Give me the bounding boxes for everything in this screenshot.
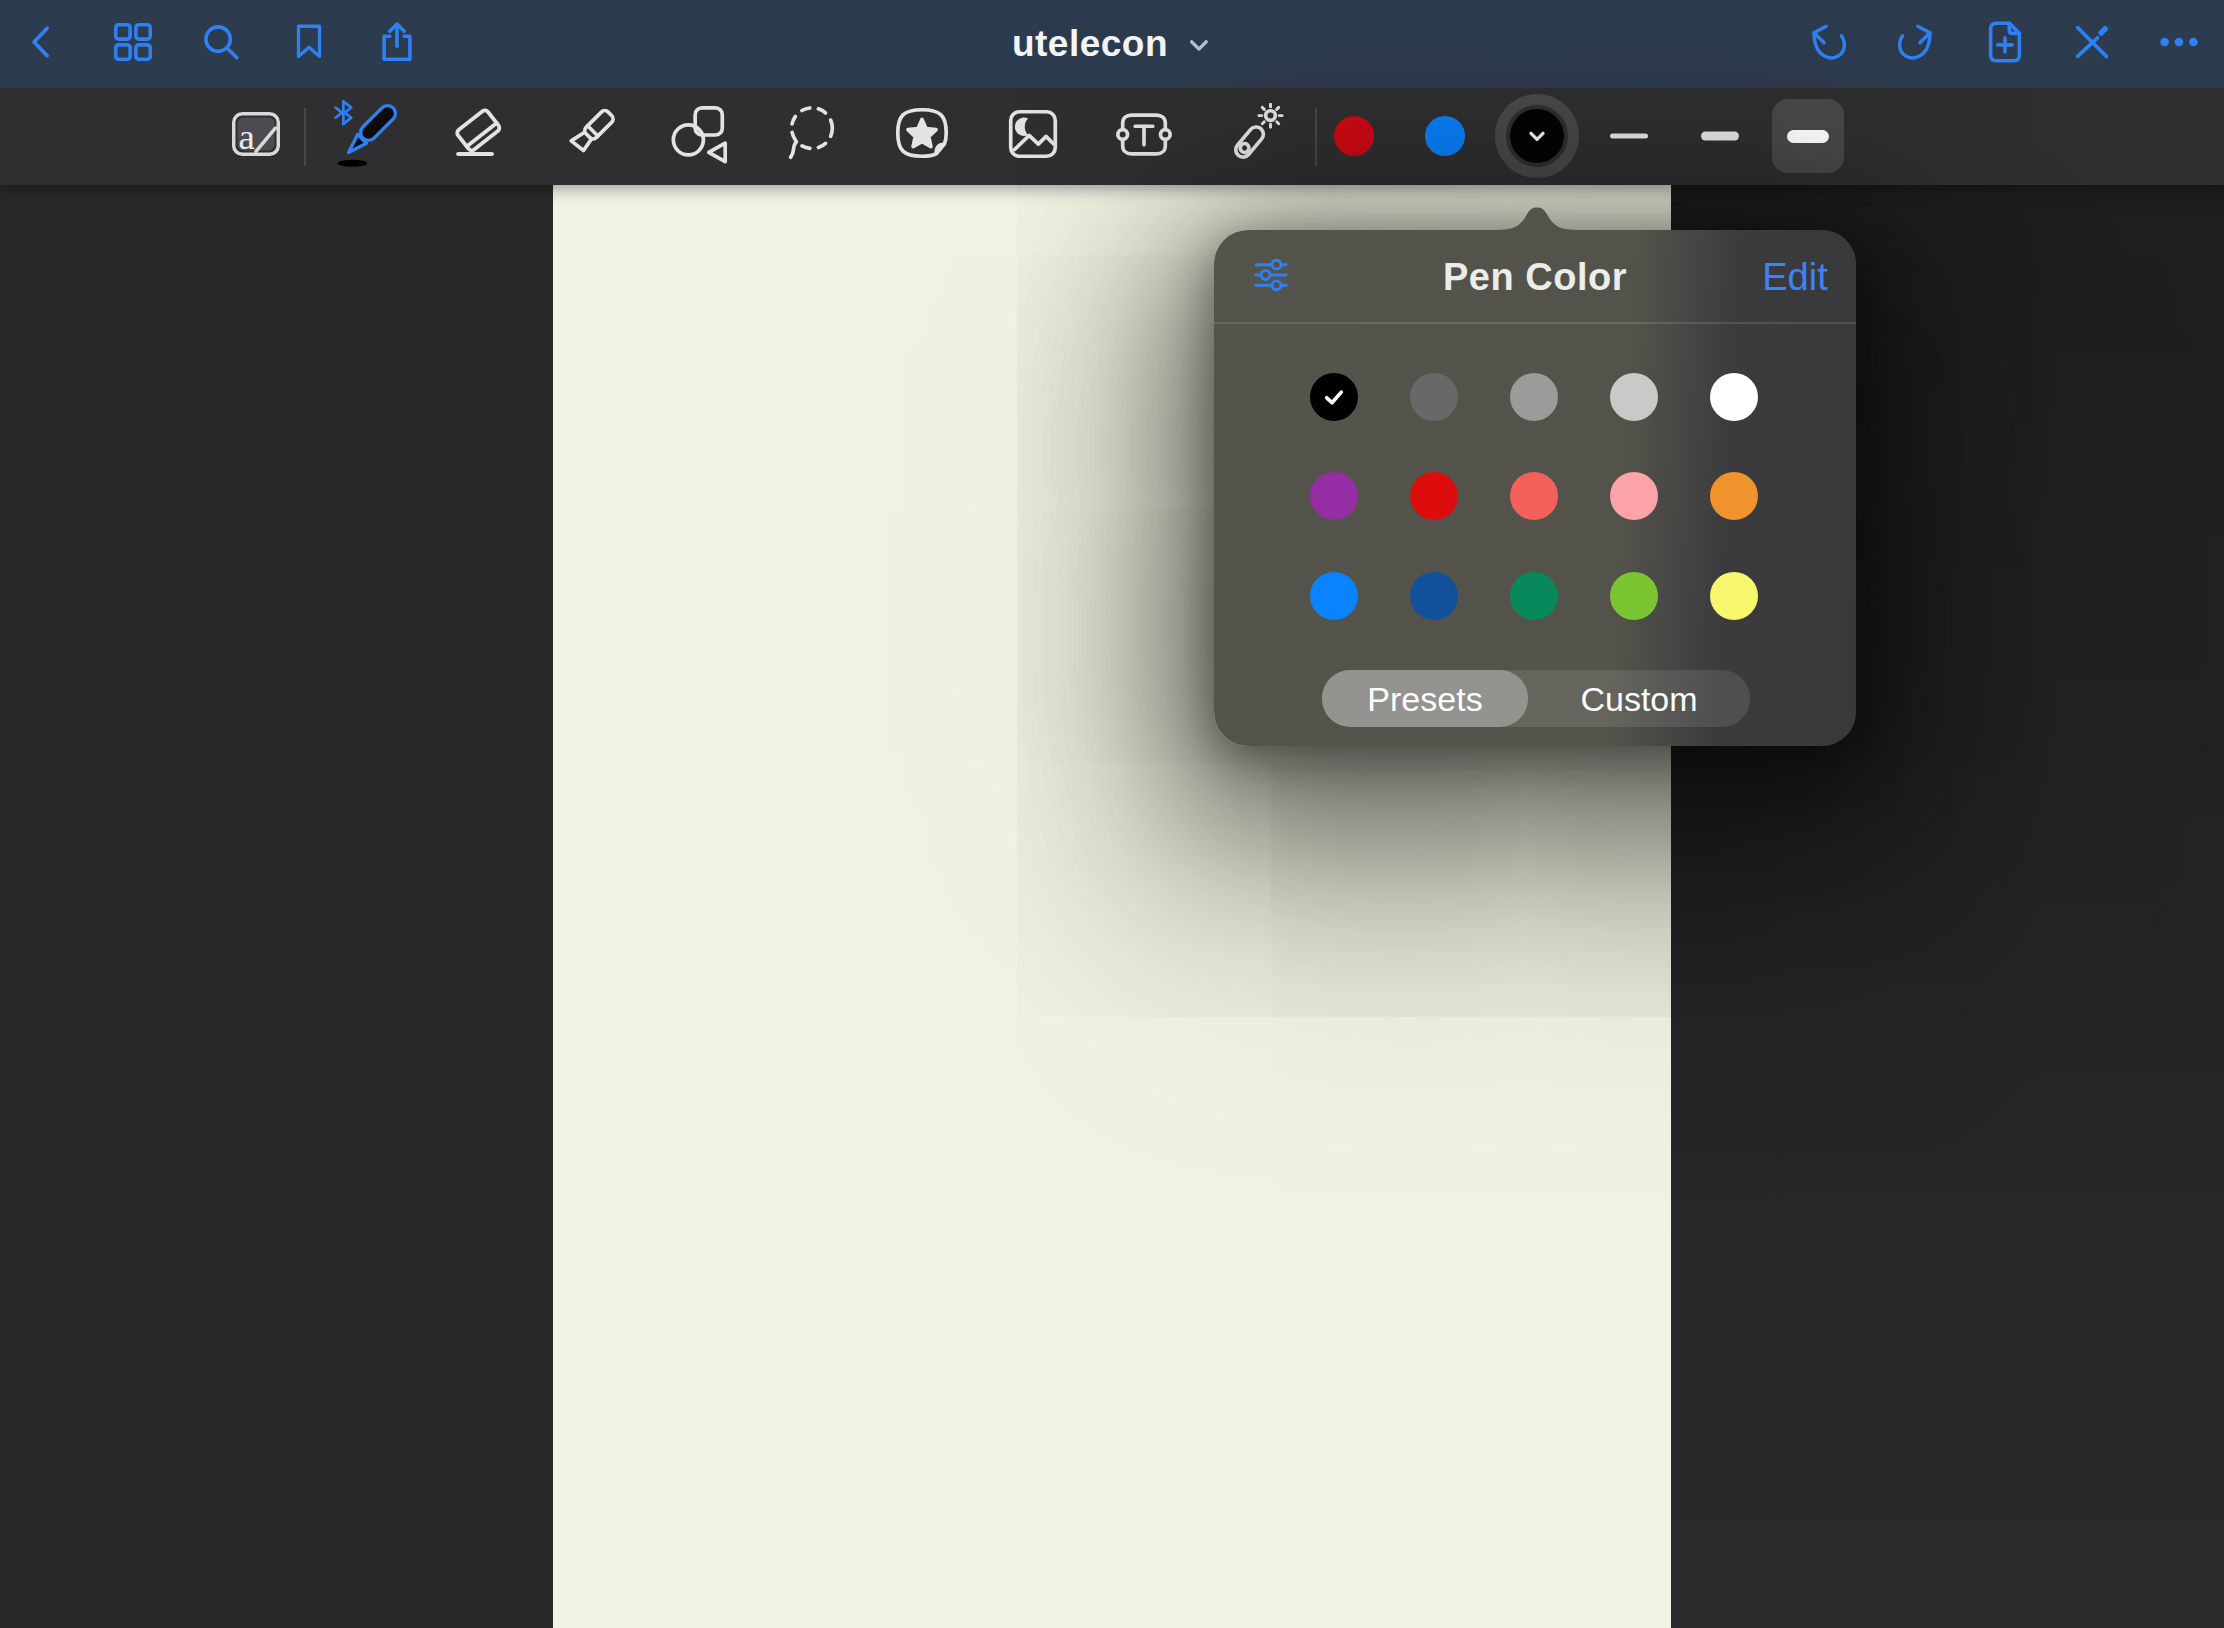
text-tool-icon[interactable] [1113, 103, 1175, 169]
color-swatch-dark-gray[interactable] [1410, 373, 1458, 421]
pen-tool-icon[interactable] [331, 98, 403, 174]
bookmark-icon[interactable] [288, 21, 330, 67]
color-swatch-coral[interactable] [1510, 472, 1558, 520]
share-icon[interactable] [374, 19, 420, 69]
back-icon[interactable] [21, 20, 65, 68]
color-swatch-red[interactable] [1410, 472, 1458, 520]
pen-off-icon[interactable] [2069, 19, 2115, 69]
color-swatch-light-gray[interactable] [1610, 373, 1658, 421]
popover-title: Pen Color [1443, 256, 1627, 299]
color-swatch-blue[interactable] [1310, 572, 1358, 620]
stroke-width-thick-selected[interactable] [1772, 99, 1844, 173]
redo-icon[interactable] [1894, 19, 1940, 69]
checkmark-icon [1321, 384, 1347, 410]
stroke-width-thick-line [1787, 130, 1829, 143]
eraser-tool-icon[interactable] [446, 102, 510, 170]
search-icon[interactable] [198, 19, 244, 69]
popover-header: Pen Color Edit [1214, 230, 1856, 322]
color-swatch-green-dark[interactable] [1510, 572, 1558, 620]
color-swatch-orange[interactable] [1710, 472, 1758, 520]
title-chevron-down-icon [1186, 32, 1212, 62]
canvas-area [0, 185, 2224, 1628]
undo-icon[interactable] [1804, 19, 1850, 69]
document-title-group[interactable]: utelecon [1012, 23, 1212, 65]
more-options-icon[interactable] [2156, 19, 2202, 69]
popover-arrow [1497, 200, 1577, 230]
image-tool-icon[interactable] [1002, 103, 1064, 169]
color-swatch-white[interactable] [1710, 373, 1758, 421]
lasso-tool-icon[interactable] [780, 103, 842, 169]
document-title: utelecon [1012, 23, 1168, 65]
tool-bar: a [0, 88, 2224, 185]
screen: utelecon a [0, 0, 2224, 1628]
color-swatch-green[interactable] [1610, 572, 1658, 620]
color-swatch-black-selected[interactable] [1310, 373, 1358, 421]
sticker-tool-icon[interactable] [891, 103, 953, 169]
toolbar-separator [1315, 108, 1317, 166]
tab-presets[interactable]: Presets [1367, 679, 1482, 718]
edit-button[interactable]: Edit [1762, 256, 1827, 299]
color-swatch-gray[interactable] [1510, 373, 1558, 421]
toolbar-separator [304, 108, 306, 166]
svg-text:a: a [239, 116, 255, 157]
tab-custom[interactable]: Custom [1580, 679, 1697, 718]
laser-pointer-tool-icon[interactable] [1224, 103, 1286, 169]
top-navigation-bar: utelecon [0, 0, 2224, 88]
color-swatch-pink[interactable] [1610, 472, 1658, 520]
grid-view-icon[interactable] [110, 19, 156, 69]
quick-color-red[interactable] [1334, 116, 1374, 156]
pen-settings-sliders-icon[interactable] [1249, 253, 1293, 301]
paper-template-icon[interactable]: a [225, 103, 287, 169]
color-swatch-navy[interactable] [1410, 572, 1458, 620]
color-swatch-purple[interactable] [1310, 472, 1358, 520]
highlighter-tool-icon[interactable] [558, 103, 620, 169]
stroke-width-medium[interactable] [1701, 132, 1739, 141]
pen-color-popover: Pen Color Edit Presets Custom [1214, 230, 1856, 746]
quick-color-blue[interactable] [1425, 116, 1465, 156]
chevron-down-icon [1510, 109, 1564, 163]
stroke-width-thin[interactable] [1610, 134, 1648, 139]
presets-custom-segmented-control: Presets Custom [1322, 670, 1750, 727]
add-page-icon[interactable] [1982, 19, 2028, 69]
shapes-tool-icon[interactable] [669, 103, 731, 169]
quick-color-black-selected[interactable] [1495, 94, 1579, 178]
color-swatch-yellow[interactable] [1710, 572, 1758, 620]
popover-divider [1214, 322, 1856, 324]
